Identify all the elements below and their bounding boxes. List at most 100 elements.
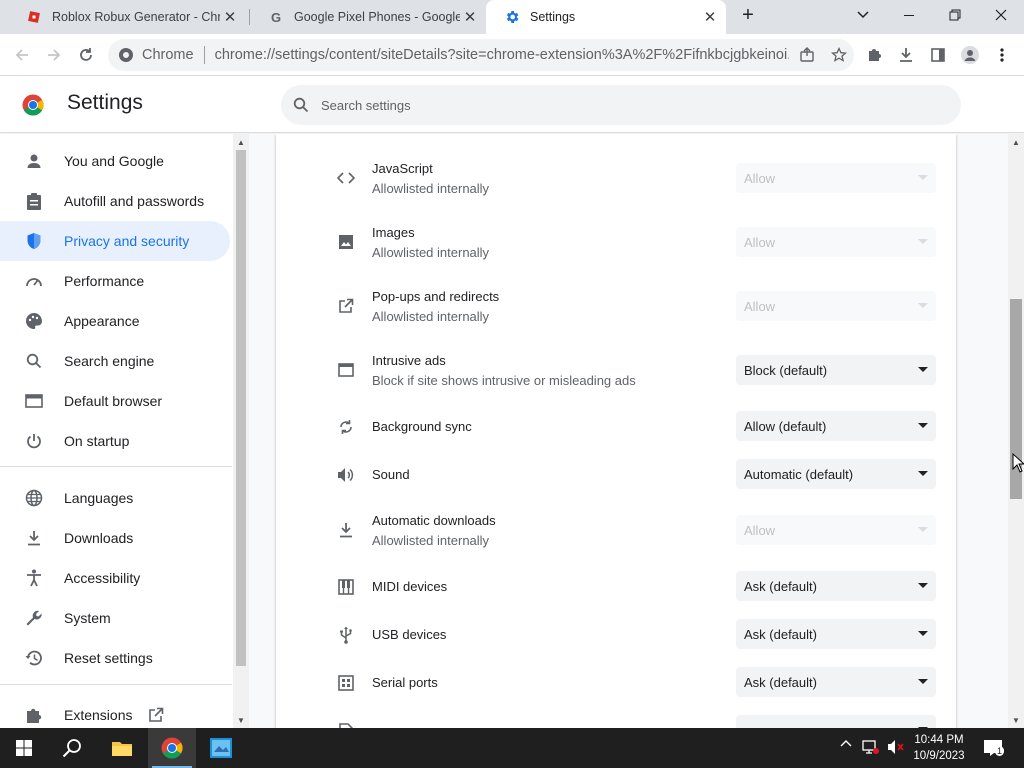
gear-icon [504, 9, 520, 25]
extensions-button[interactable] [858, 39, 890, 71]
permission-select[interactable]: Allow [736, 227, 936, 257]
tab-settings[interactable]: Settings ✕ [486, 0, 726, 34]
select-value: Allow (default) [744, 418, 827, 434]
sidebar-item-label: You and Google [64, 153, 164, 169]
shield-icon [24, 231, 44, 251]
notification-center-button[interactable]: 1 [980, 739, 1006, 757]
browser-toolbar: Chrome chrome://settings/content/siteDet… [0, 34, 1024, 76]
sidebar-item-label: Performance [64, 273, 145, 289]
sidebar-item-autofill[interactable]: Autofill and passwords [0, 181, 230, 221]
sidebar-item-you-and-google[interactable]: You and Google [0, 141, 230, 181]
puzzle-icon [24, 705, 44, 725]
permission-label: Intrusive ads [372, 353, 446, 368]
sidebar-item-on-startup[interactable]: On startup [0, 421, 230, 461]
settings-sidebar: You and Google Autofill and passwords Pr… [0, 134, 232, 728]
scroll-down-arrow[interactable]: ▼ [233, 714, 249, 726]
sidebar-item-label: Reset settings [64, 650, 153, 666]
sidebar-item-label: On startup [64, 433, 130, 449]
permission-select[interactable] [736, 715, 936, 728]
sidebar-item-downloads[interactable]: Downloads [0, 518, 230, 558]
taskbar-file-explorer[interactable] [98, 728, 146, 768]
caret-down-icon [918, 471, 928, 476]
sidebar-item-extensions[interactable]: Extensions [0, 695, 230, 728]
menu-button[interactable] [986, 39, 1018, 71]
folder-icon [112, 742, 132, 756]
site-info-chip[interactable]: Chrome [108, 47, 194, 63]
sidebar-item-label: Autofill and passwords [64, 193, 205, 209]
site-permissions-card: JavaScript Allowlisted internally Allow … [276, 134, 956, 728]
profile-button[interactable] [954, 39, 986, 71]
sidebar-item-default-browser[interactable]: Default browser [0, 381, 230, 421]
search-icon [24, 351, 44, 371]
sidebar-scrollbar[interactable]: ▲ ▼ [233, 134, 249, 728]
back-button[interactable] [6, 39, 38, 71]
close-icon[interactable]: ✕ [700, 7, 720, 27]
permission-select[interactable]: Allow (default) [736, 411, 936, 441]
sidebar-item-accessibility[interactable]: Accessibility [0, 558, 230, 598]
forward-button[interactable] [38, 39, 70, 71]
close-window-button[interactable] [978, 0, 1024, 30]
taskbar-chrome[interactable] [148, 728, 196, 768]
tab-title: Settings [530, 10, 576, 24]
taskbar-search-button[interactable] [48, 728, 96, 768]
code-icon [336, 168, 356, 188]
tab-google-pixel[interactable]: G Google Pixel Phones - Google St ✕ [250, 0, 486, 34]
start-button[interactable] [0, 728, 48, 768]
search-settings-field[interactable]: Search settings [281, 85, 961, 125]
address-bar[interactable]: Chrome chrome://settings/content/siteDet… [108, 39, 854, 71]
scroll-down-arrow[interactable]: ▼ [1008, 714, 1024, 726]
restore-button[interactable] [932, 0, 978, 30]
scroll-up-arrow[interactable]: ▲ [233, 136, 249, 148]
sidebar-item-privacy-and-security[interactable]: Privacy and security [0, 221, 230, 261]
url-text[interactable]: chrome://settings/content/siteDetails?si… [215, 47, 789, 63]
network-icon[interactable] [861, 739, 881, 755]
scrollbar-thumb[interactable] [236, 150, 246, 666]
sidebar-item-label: Languages [64, 490, 134, 506]
taskbar-clock[interactable]: 10:44 PM 10/9/2023 [906, 732, 972, 764]
permission-sublabel: Allowlisted internally [372, 181, 490, 196]
sidebar-item-system[interactable]: System [0, 598, 230, 638]
new-tab-button[interactable]: + [726, 0, 770, 30]
usb-icon [336, 625, 356, 645]
close-icon[interactable]: ✕ [460, 7, 480, 27]
reload-button[interactable] [70, 39, 102, 71]
downloads-button[interactable] [890, 39, 922, 71]
volume-muted-icon[interactable] [886, 739, 906, 755]
minimize-button[interactable] [886, 0, 932, 30]
permission-select[interactable]: Allow [736, 291, 936, 321]
tab-roblox[interactable]: Roblox Robux Generator - Chrom ✕ [8, 0, 246, 34]
share-icon[interactable] [799, 47, 815, 63]
tab-search-button[interactable] [840, 0, 886, 30]
sidebar-item-appearance[interactable]: Appearance [0, 301, 230, 341]
sidebar-item-search-engine[interactable]: Search engine [0, 341, 230, 381]
main-scrollbar[interactable]: ▲ ▼ [1008, 134, 1024, 728]
permission-select[interactable]: Allow [736, 515, 936, 545]
open-in-new-icon [336, 296, 356, 316]
permission-select[interactable]: Block (default) [736, 355, 936, 385]
permission-select[interactable]: Allow [736, 163, 936, 193]
star-icon[interactable] [830, 47, 847, 63]
sidebar-item-languages[interactable]: Languages [0, 478, 230, 518]
sidebar-item-reset-settings[interactable]: Reset settings [0, 638, 230, 678]
sidebar-item-performance[interactable]: Performance [0, 261, 230, 301]
windows-logo-icon [16, 740, 32, 756]
browser-icon [24, 391, 44, 411]
taskbar-control-panel[interactable] [197, 728, 245, 768]
permission-label: Pop-ups and redirects [372, 289, 500, 304]
permission-select[interactable]: Ask (default) [736, 667, 936, 697]
permission-select[interactable]: Ask (default) [736, 571, 936, 601]
image-icon [336, 232, 356, 252]
permission-select[interactable]: Automatic (default) [736, 459, 936, 489]
close-icon[interactable]: ✕ [220, 7, 240, 27]
permission-label: Serial ports [372, 675, 438, 690]
permission-select[interactable]: Ask (default) [736, 619, 936, 649]
caret-down-icon [918, 303, 928, 308]
permission-label: Automatic downloads [372, 513, 496, 528]
scroll-up-arrow[interactable]: ▲ [1008, 136, 1024, 148]
clock-time: 10:44 PM [914, 734, 964, 746]
permission-sublabel: Block if site shows intrusive or mislead… [372, 373, 636, 388]
chevron-up-icon[interactable] [838, 739, 854, 747]
arrow-right-icon [48, 49, 61, 61]
side-panel-button[interactable] [922, 39, 954, 71]
sidebar-item-label: Accessibility [64, 570, 141, 586]
